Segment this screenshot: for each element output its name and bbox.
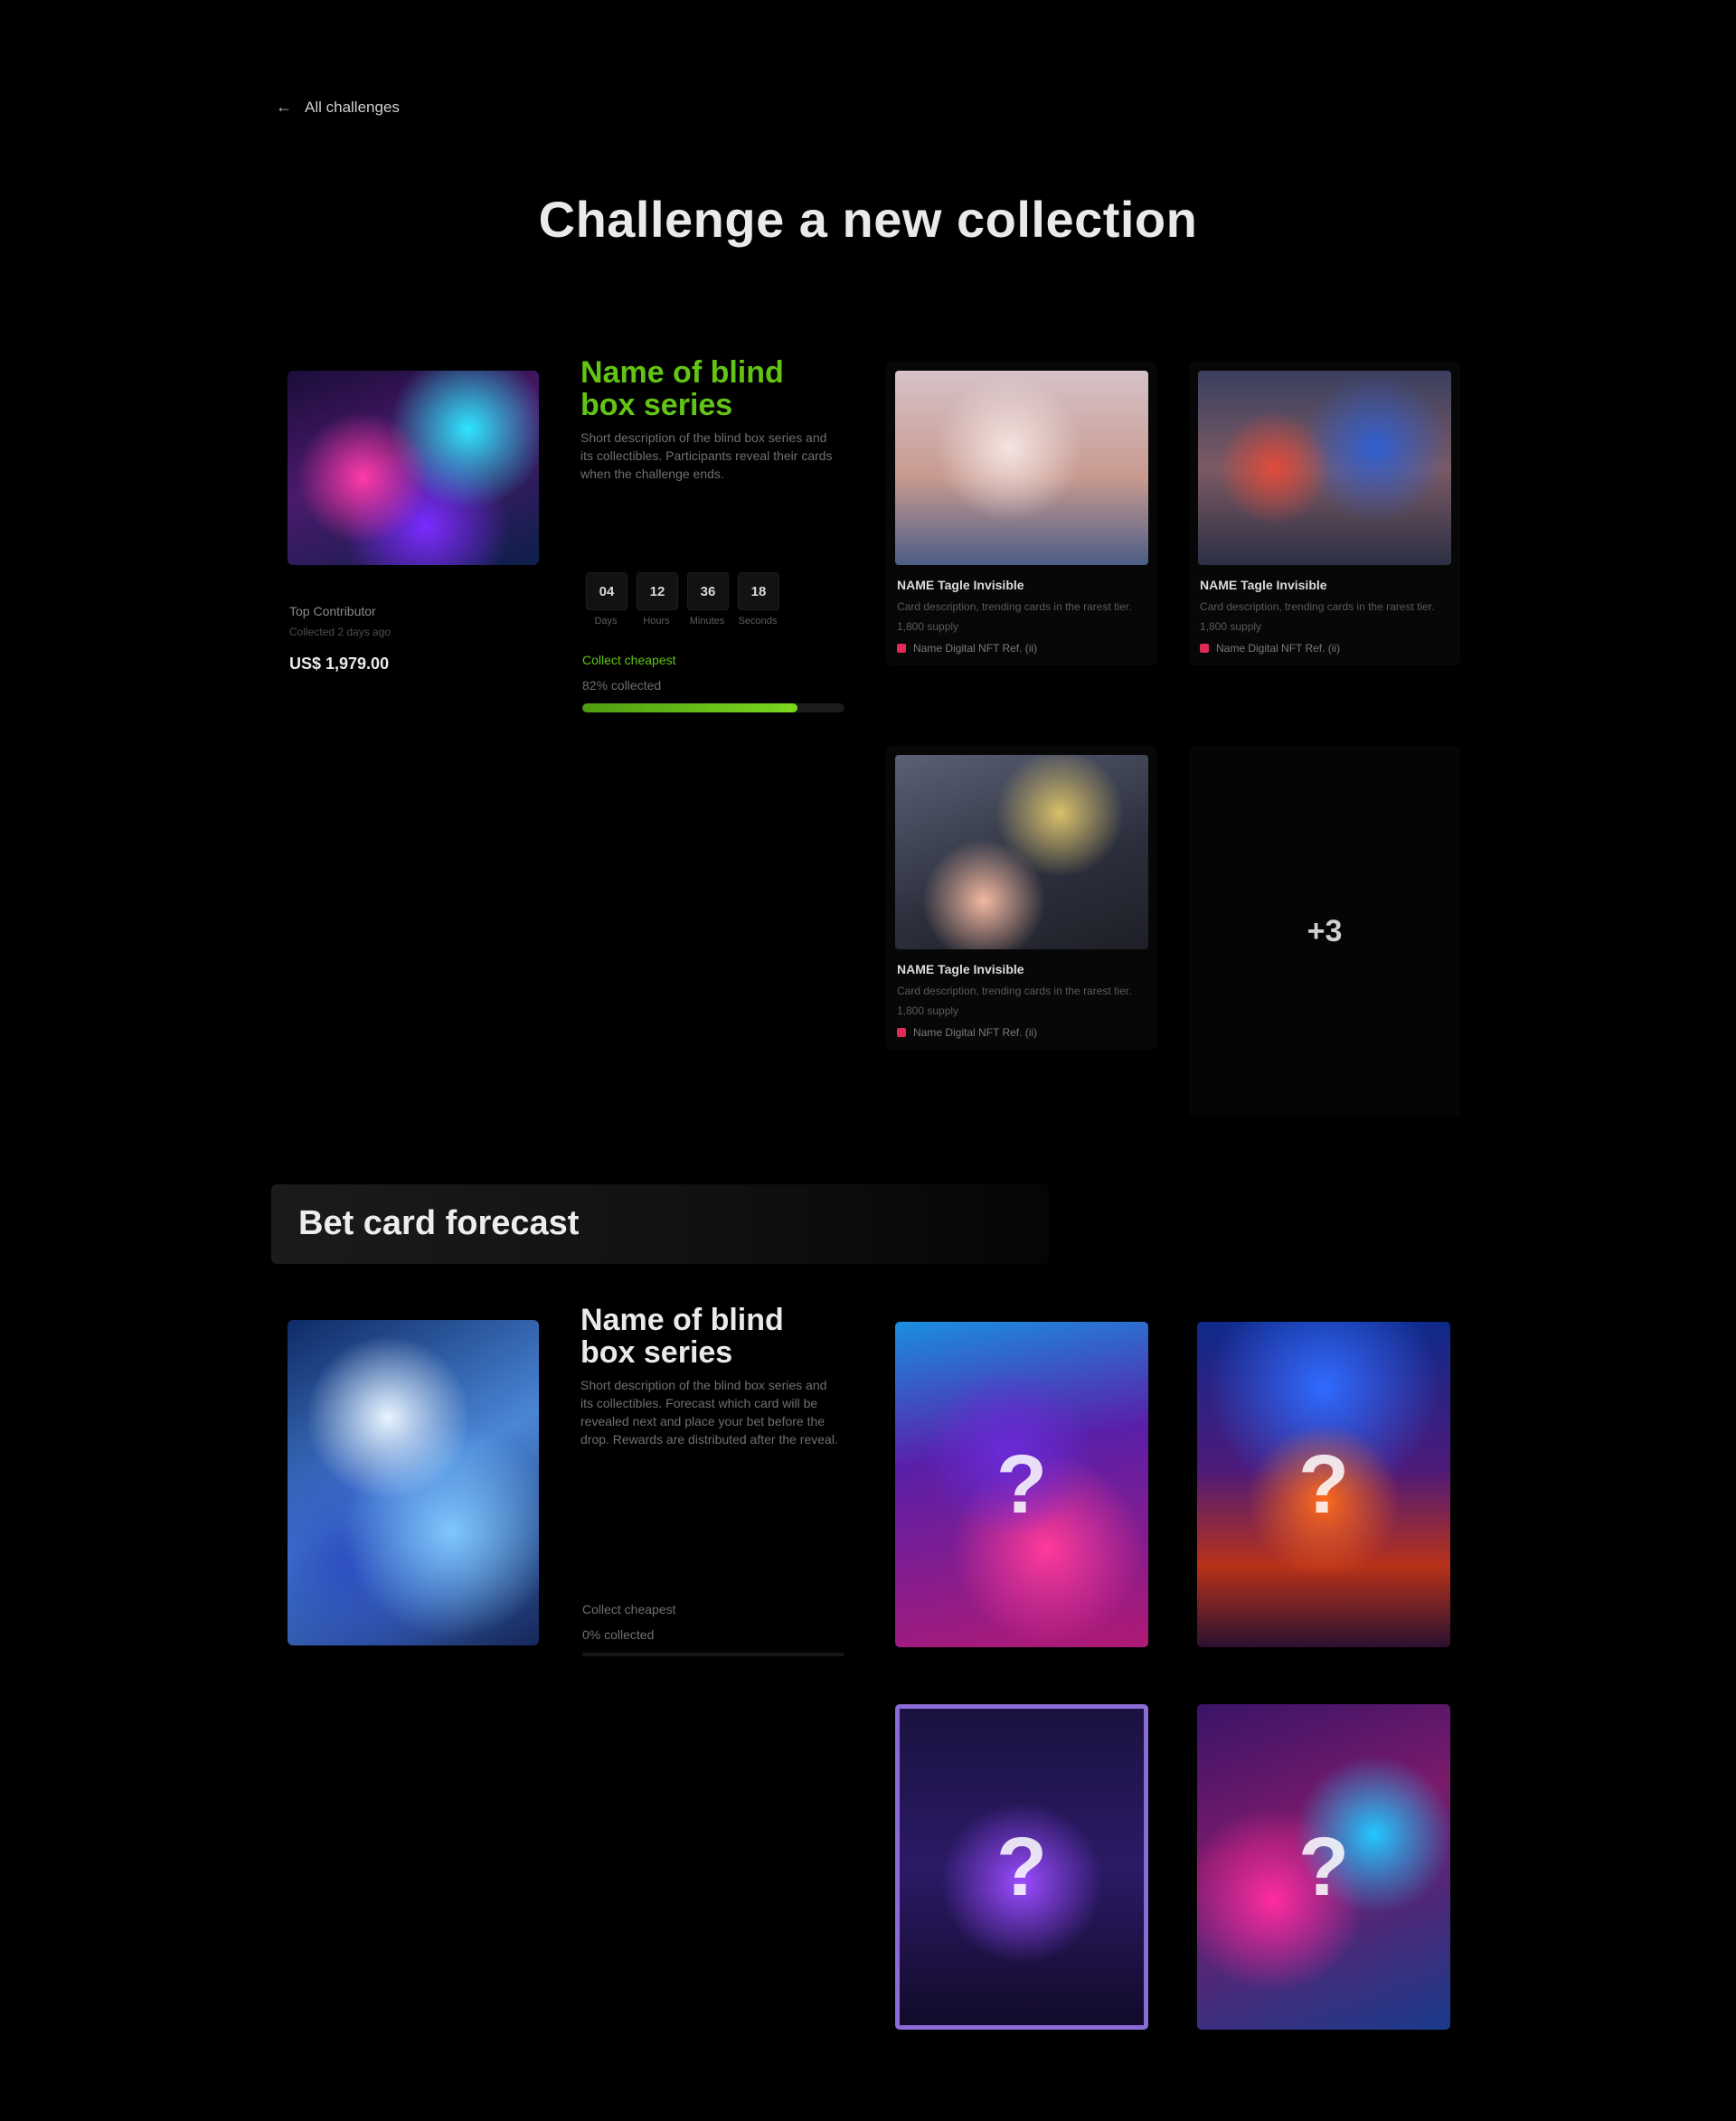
bet-section-title: Bet card forecast: [298, 1204, 580, 1242]
collection-card[interactable]: NAME Tagle Invisible Card description, t…: [886, 746, 1157, 1050]
card-name: NAME Tagle Invisible: [1200, 578, 1327, 592]
series-status: Collect cheapest: [582, 653, 676, 667]
card-image: [895, 371, 1148, 565]
card-description: Card description, trending cards in the …: [1200, 600, 1435, 613]
back-link[interactable]: ← All challenges: [276, 98, 400, 117]
series-price: US$ 1,979.00: [289, 655, 390, 673]
series-title[interactable]: Name of blind box series: [580, 356, 834, 421]
progress-bar: [582, 703, 844, 712]
owner-dot-icon: [1200, 644, 1209, 653]
bet-series-title[interactable]: Name of blind box series: [580, 1304, 834, 1369]
card-image: [895, 755, 1148, 949]
card-owner: Name Digital NFT Ref. (ii): [1200, 642, 1449, 655]
countdown-timer: 04 Days 12 Hours 36 Minutes 18 Seconds: [586, 572, 779, 627]
series-description: Short description of the blind box serie…: [580, 430, 833, 481]
more-cards-label: +3: [1307, 913, 1343, 948]
progress-bar-fill: [582, 703, 797, 712]
card-meta: 1,800 supply: [1200, 620, 1262, 633]
back-link-label: All challenges: [305, 98, 400, 116]
card-owner: Name Digital NFT Ref. (ii): [897, 1026, 1146, 1039]
countdown-seconds: 18 Seconds: [738, 572, 779, 627]
arrow-left-icon: ←: [276, 98, 292, 116]
bet-progress-bar: [582, 1653, 844, 1656]
card-name: NAME Tagle Invisible: [897, 578, 1024, 592]
card-meta: 1,800 supply: [897, 620, 959, 633]
card-meta: 1,800 supply: [897, 1004, 959, 1017]
card-owner-label: Name Digital NFT Ref. (ii): [913, 1026, 1038, 1039]
collection-card[interactable]: NAME Tagle Invisible Card description, t…: [1189, 362, 1460, 665]
card-owner-label: Name Digital NFT Ref. (ii): [913, 642, 1038, 655]
card-image: [1198, 371, 1451, 565]
card-owner-label: Name Digital NFT Ref. (ii): [1216, 642, 1341, 655]
card-description: Card description, trending cards in the …: [897, 985, 1132, 997]
bet-section-banner: Bet card forecast: [271, 1184, 1049, 1264]
countdown-minutes: 36 Minutes: [687, 572, 729, 627]
card-name: NAME Tagle Invisible: [897, 962, 1024, 976]
owner-dot-icon: [897, 644, 906, 653]
featured-series-image[interactable]: [288, 371, 539, 565]
card-owner: Name Digital NFT Ref. (ii): [897, 642, 1146, 655]
owner-dot-icon: [897, 1028, 906, 1037]
question-mark-icon: ?: [995, 1438, 1048, 1531]
bet-card-poster[interactable]: ?: [1197, 1704, 1450, 2030]
question-mark-icon: ?: [1297, 1438, 1350, 1531]
bet-collected-label: 0% collected: [582, 1627, 655, 1642]
countdown-days: 04 Days: [586, 572, 627, 627]
more-cards-button[interactable]: +3: [1189, 746, 1460, 1117]
bet-card-poster[interactable]: ?: [895, 1704, 1148, 2030]
creator-meta: Collected 2 days ago: [289, 626, 392, 638]
collected-label: 82% collected: [582, 678, 662, 693]
question-mark-icon: ?: [1297, 1820, 1350, 1913]
countdown-hours: 12 Hours: [637, 572, 678, 627]
bet-featured-image[interactable]: [288, 1320, 539, 1645]
card-description: Card description, trending cards in the …: [897, 600, 1132, 613]
collection-card[interactable]: NAME Tagle Invisible Card description, t…: [886, 362, 1157, 665]
bet-card-poster[interactable]: ?: [895, 1322, 1148, 1647]
bet-series-description: Short description of the blind box serie…: [580, 1378, 838, 1447]
bet-series-status: Collect cheapest: [582, 1602, 676, 1617]
bet-card-poster[interactable]: ?: [1197, 1322, 1450, 1647]
question-mark-icon: ?: [995, 1820, 1048, 1913]
creator-label: Top Contributor: [289, 604, 376, 618]
page-title: Challenge a new collection: [538, 191, 1198, 248]
